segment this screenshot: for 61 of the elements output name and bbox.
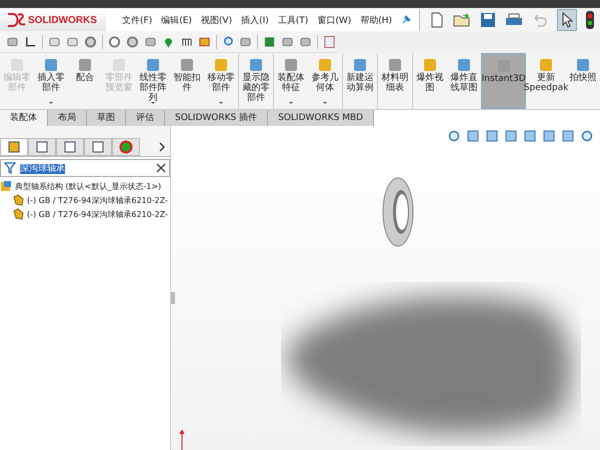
ribbon-button[interactable]: 线性零部件阵列 — [136, 53, 170, 109]
ribbon-button[interactable]: 插入零部件 — [34, 53, 68, 109]
pin-icon[interactable] — [401, 15, 412, 25]
filter-icon[interactable] — [4, 161, 18, 175]
new-document-icon[interactable] — [430, 12, 444, 28]
command-tab[interactable]: 评估 — [126, 110, 165, 126]
ds-logo-icon — [6, 12, 26, 28]
eye-icon[interactable] — [580, 129, 594, 143]
folder-icon[interactable] — [453, 12, 472, 28]
bearing-drawing — [381, 176, 415, 248]
menu-item[interactable]: 编辑(E) — [161, 14, 192, 26]
splitter-handle[interactable] — [171, 292, 175, 304]
menu-item[interactable]: 视图(V) — [200, 14, 232, 26]
pointer-icon[interactable] — [557, 9, 578, 31]
panel-tab[interactable] — [28, 138, 56, 156]
menu-item[interactable]: 插入(I) — [241, 14, 269, 26]
ribbon-button[interactable]: 新建运动算例 — [343, 53, 378, 109]
tree-item[interactable]: (-) GB / T276-94深沟球轴承6210-2Z- — [27, 194, 168, 206]
close-icon[interactable] — [156, 163, 166, 173]
tree-item[interactable]: 典型轴系结构 (默认<默认_显示状态-1>) — [15, 180, 162, 192]
panel-tab[interactable] — [112, 138, 140, 156]
tree-item[interactable]: (-) GB / T276-94深沟球轴承6210-2Z- — [27, 208, 168, 220]
panel-icon — [91, 140, 105, 154]
angle-icon[interactable] — [24, 35, 37, 49]
traffic-light-icon[interactable] — [586, 11, 594, 29]
ribbon-button[interactable]: 更新Speedpak — [526, 53, 566, 109]
color-wheel-icon — [119, 140, 133, 154]
command-tab[interactable]: SOLIDWORKS MBD — [268, 110, 374, 126]
part-icon — [12, 194, 24, 206]
command-tab[interactable]: SOLIDWORKS 插件 — [165, 110, 268, 126]
panel-icon — [35, 140, 49, 154]
save-icon[interactable] — [480, 12, 496, 28]
menu-item[interactable]: 工具(T) — [278, 14, 308, 26]
command-tab[interactable]: 草图 — [87, 110, 126, 126]
ribbon-button[interactable]: 爆炸直线草图 — [447, 53, 481, 109]
ribbon-button[interactable]: 移动零部件 — [204, 53, 239, 109]
panel-icon — [63, 140, 77, 154]
app-name: SOLIDWORKS — [28, 14, 97, 26]
ribbon-button[interactable]: 显示隐藏的零部件 — [239, 53, 274, 109]
ribbon-button[interactable]: 爆炸视图 — [413, 53, 447, 109]
panel-tab[interactable] — [84, 138, 112, 156]
assembly-icon — [0, 180, 12, 192]
panel-icon — [7, 140, 21, 154]
command-tab[interactable]: 装配体 — [0, 110, 48, 126]
ribbon-button[interactable]: 智能扣件 — [170, 53, 204, 109]
zoom-icon[interactable] — [447, 129, 461, 143]
ribbon-button[interactable]: 配合 — [68, 53, 102, 109]
chevron-right-icon[interactable] — [158, 142, 166, 152]
gear-icon[interactable] — [108, 35, 121, 49]
ribbon-button[interactable]: 装配体特征 — [274, 53, 308, 109]
part-icon — [12, 208, 24, 220]
panel-tab[interactable] — [56, 138, 84, 156]
axis-triad-drawing — [179, 430, 185, 450]
menu-item[interactable]: 窗口(W) — [317, 14, 352, 26]
menu-item[interactable]: 文件(F) — [122, 14, 152, 26]
menu-item[interactable]: 帮助(H) — [360, 14, 392, 26]
command-tab[interactable]: 布局 — [48, 110, 87, 126]
ribbon-button[interactable]: 参考几何体 — [308, 53, 343, 109]
panel-tab[interactable] — [0, 138, 28, 156]
box-icon[interactable] — [466, 129, 480, 143]
ribbon-button[interactable]: 材料明细表 — [378, 53, 413, 109]
